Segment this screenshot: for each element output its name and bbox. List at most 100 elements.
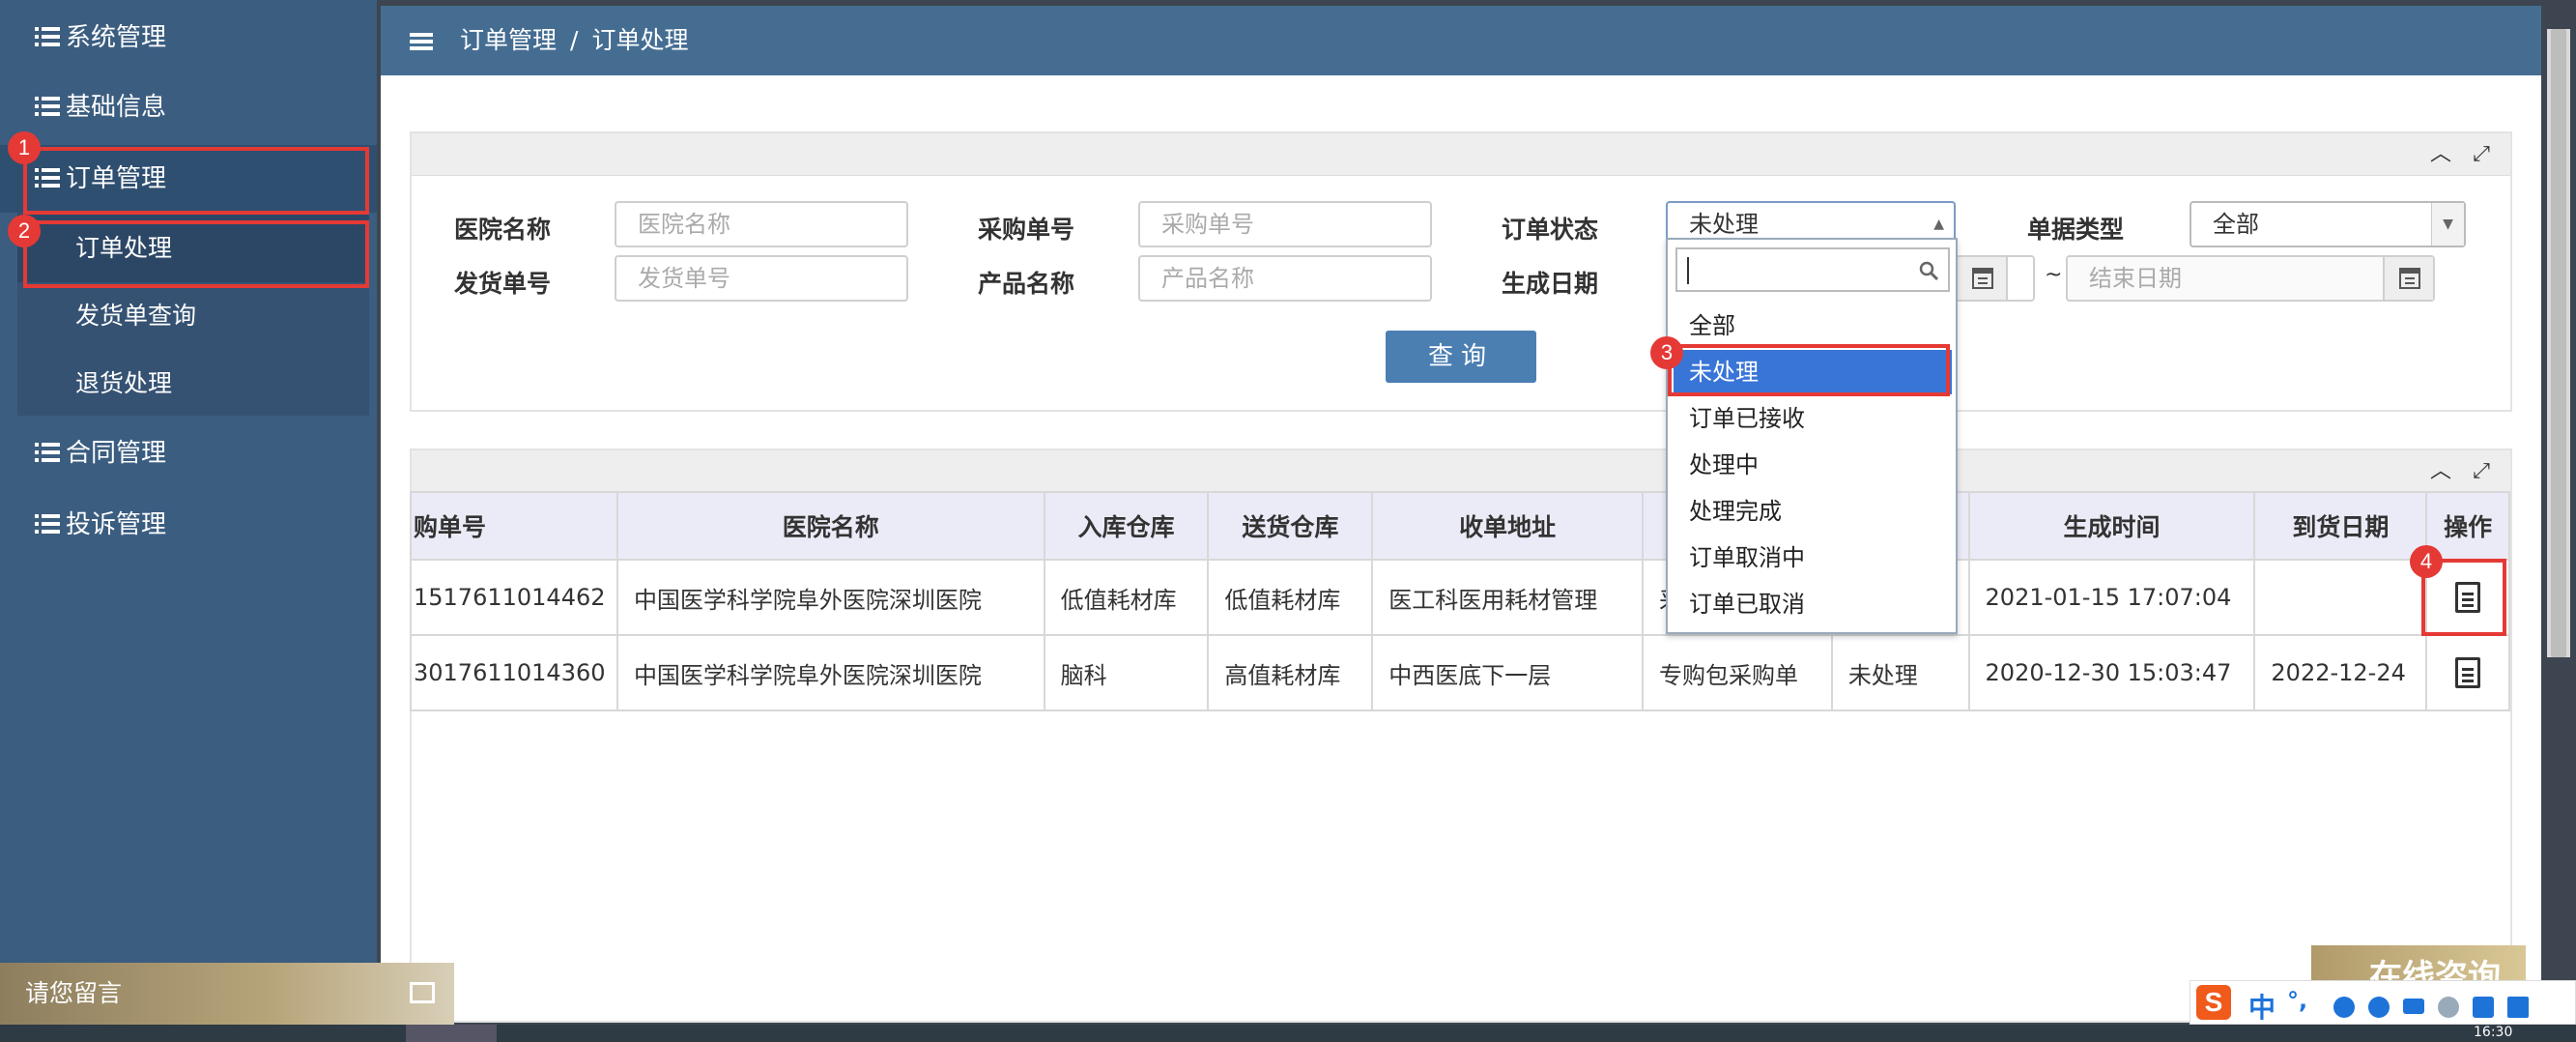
column-header[interactable]: 收单地址: [1371, 491, 1644, 561]
calendar-icon[interactable]: [2383, 257, 2433, 300]
sogou-logo-icon[interactable]: S: [2196, 985, 2231, 1020]
list-icon: [35, 513, 60, 535]
cell-purchase-number: 3017611014360: [410, 634, 618, 711]
order-status-label: 订单状态: [1502, 216, 1599, 244]
dropdown-option[interactable]: 订单已取消: [1674, 582, 1952, 626]
end-date-input[interactable]: 结束日期: [2066, 255, 2435, 302]
sidebar-subitem-return-processing[interactable]: 退货处理: [17, 350, 369, 418]
dropdown-option[interactable]: 全部: [1674, 304, 1952, 348]
dropdown-option[interactable]: 处理中: [1674, 443, 1952, 487]
step-marker: 4: [2410, 545, 2443, 578]
chevron-down-icon: ▼: [2431, 203, 2464, 246]
column-header[interactable]: 医院名称: [615, 491, 1045, 561]
page-scrollbar[interactable]: [2547, 29, 2570, 657]
highlight-box: [23, 220, 369, 288]
dropdown-search-input[interactable]: [1675, 247, 1950, 292]
breadcrumb-separator: /: [570, 26, 579, 54]
start-date-input[interactable]: [1956, 255, 2035, 302]
expand-icon[interactable]: ⤢: [2464, 454, 2499, 489]
toolbox-icon[interactable]: [2507, 997, 2529, 1018]
user-icon[interactable]: [2438, 997, 2459, 1018]
doc-type-select[interactable]: 全部 ▼: [2190, 201, 2466, 247]
cell-status: 未处理: [1830, 634, 1970, 711]
collapse-icon[interactable]: ︿: [2423, 454, 2458, 489]
dropdown-option[interactable]: 处理完成: [1674, 489, 1952, 534]
breadcrumb-item: 订单处理: [591, 26, 689, 54]
highlight-box: [23, 147, 369, 215]
cell-inbound-warehouse: 脑科: [1043, 634, 1210, 711]
query-button[interactable]: 查询: [1386, 331, 1536, 383]
cell-inbound-warehouse: 低值耗材库: [1043, 559, 1210, 636]
taskbar: 16:30: [0, 1025, 2576, 1042]
breadcrumb-item[interactable]: 订单管理: [460, 26, 557, 54]
cell-hospital: 中国医学科学院阜外医院深圳医院: [615, 559, 1045, 636]
product-name-label: 产品名称: [978, 270, 1075, 298]
created-date-label: 生成日期: [1502, 270, 1599, 298]
orders-table: 购单号 医院名称 入库仓库 送货仓库 收单地址 生成时间 到货日期 操作 151…: [410, 491, 2510, 711]
cell-created-time: 2021-01-15 17:07:04: [1967, 559, 2256, 636]
sidebar-subitem-shipment-query[interactable]: 发货单查询: [17, 282, 369, 350]
collapse-icon[interactable]: ︿: [2423, 137, 2458, 172]
doc-type-value: 全部: [2213, 211, 2259, 238]
cell-purchase-number: 1517611014462: [410, 559, 618, 636]
cell-delivery-warehouse: 高值耗材库: [1207, 634, 1374, 711]
skin-icon[interactable]: [2473, 997, 2494, 1018]
minimize-icon[interactable]: [410, 982, 435, 1003]
column-header[interactable]: 生成时间: [1967, 491, 2256, 561]
shipment-number-input[interactable]: [615, 255, 908, 302]
doc-type-label: 单据类型: [2027, 216, 2125, 244]
cell-type: 专购包采购单: [1642, 634, 1833, 711]
taskbar-clock: 16:30: [2474, 1025, 2513, 1040]
step-marker: 1: [8, 131, 41, 164]
scrollbar-thumb[interactable]: [2551, 29, 2566, 657]
expand-icon[interactable]: ⤢: [2464, 137, 2499, 172]
leave-message-bar[interactable]: 请您留言: [0, 963, 454, 1025]
step-marker: 2: [8, 215, 41, 247]
cell-address: 中西医底下一层: [1371, 634, 1644, 711]
emoji-icon[interactable]: [2333, 997, 2355, 1018]
sidebar-item-contract[interactable]: 合同管理: [0, 420, 377, 487]
column-header[interactable]: 购单号: [410, 491, 618, 561]
table-row: 3017611014360 中国医学科学院阜外医院深圳医院 脑科 高值耗材库 中…: [410, 634, 2510, 711]
column-header: 操作: [2425, 491, 2510, 561]
sidebar-item-system[interactable]: 系统管理: [0, 4, 377, 72]
product-name-input[interactable]: [1138, 255, 1432, 302]
end-date-placeholder: 结束日期: [2089, 265, 2182, 292]
cell-hospital: 中国医学科学院阜外医院深圳医院: [615, 634, 1045, 711]
column-header[interactable]: 入库仓库: [1043, 491, 1210, 561]
ime-language-toggle[interactable]: 中: [2248, 987, 2275, 1026]
search-icon: [1919, 261, 1939, 281]
date-range-separator: ~: [2045, 263, 2063, 287]
ime-punctuation-toggle[interactable]: °,: [2287, 987, 2307, 1014]
sidebar-item-complaint[interactable]: 投诉管理: [0, 491, 377, 559]
dropdown-option[interactable]: 订单已接收: [1674, 396, 1952, 441]
ime-toolbar: S 中 °,: [2190, 980, 2576, 1025]
shipment-number-label: 发货单号: [454, 270, 552, 298]
top-bar: 订单管理 / 订单处理: [381, 6, 2541, 75]
list-icon: [35, 96, 60, 117]
calendar-icon[interactable]: [1958, 257, 2008, 300]
leave-message-label: 请您留言: [25, 979, 123, 1007]
table-header-row: 购单号 医院名称 入库仓库 送货仓库 收单地址 生成时间 到货日期 操作: [410, 491, 2510, 561]
column-header[interactable]: 送货仓库: [1207, 491, 1374, 561]
column-header[interactable]: 到货日期: [2253, 491, 2428, 561]
cell-arrival-date: [2253, 559, 2428, 636]
menu-toggle-icon[interactable]: [410, 33, 433, 50]
document-icon[interactable]: [2455, 657, 2481, 688]
cell-delivery-warehouse: 低值耗材库: [1207, 559, 1374, 636]
step-marker: 3: [1650, 336, 1683, 369]
breadcrumb: 订单管理 / 订单处理: [460, 6, 688, 75]
table-row: 1517611014462 中国医学科学院阜外医院深圳医院 低值耗材库 低值耗材…: [410, 559, 2510, 636]
sidebar-item-basic-info[interactable]: 基础信息: [0, 73, 377, 141]
sidebar-item-label: 系统管理: [66, 23, 167, 52]
hospital-label: 医院名称: [454, 216, 552, 244]
dropdown-option[interactable]: 订单取消中: [1674, 535, 1952, 580]
cell-created-time: 2020-12-30 15:03:47: [1967, 634, 2256, 711]
purchase-number-input[interactable]: [1138, 201, 1432, 247]
panel-header: ︿ ⤢: [412, 450, 2510, 493]
microphone-icon[interactable]: [2368, 997, 2390, 1018]
sidebar-item-label: 合同管理: [66, 439, 167, 468]
keyboard-icon[interactable]: [2403, 999, 2424, 1014]
hospital-input[interactable]: [615, 201, 908, 247]
taskbar-item[interactable]: [406, 1025, 497, 1042]
